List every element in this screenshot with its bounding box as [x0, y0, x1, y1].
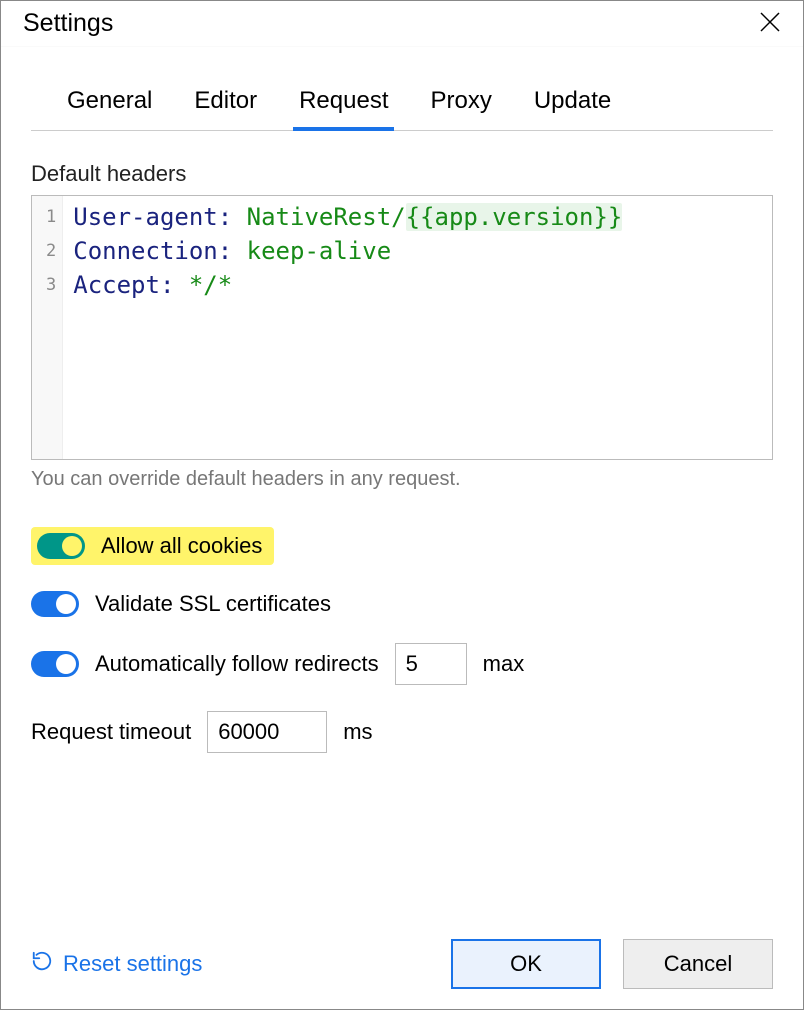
default-headers-hint: You can override default headers in any … [31, 468, 773, 491]
follow-redirects-toggle[interactable] [31, 651, 79, 677]
line-number: 2 [46, 234, 56, 268]
allow-cookies-toggle[interactable] [37, 533, 85, 559]
reset-settings-link[interactable]: Reset settings [31, 950, 202, 978]
default-headers-editor[interactable]: 123 User-agent: NativeRest/{{app.version… [31, 195, 773, 460]
code-line: User-agent: NativeRest/{{app.version}} [73, 200, 622, 234]
line-number: 3 [46, 268, 56, 302]
max-redirects-unit: max [483, 651, 525, 677]
code-line: Accept: */* [73, 268, 622, 302]
validate-ssl-label: Validate SSL certificates [95, 591, 331, 617]
request-timeout-input[interactable] [207, 711, 327, 753]
follow-redirects-label: Automatically follow redirects [95, 651, 379, 677]
window-title: Settings [23, 9, 113, 38]
tab-bar: General Editor Request Proxy Update [31, 77, 773, 131]
allow-cookies-row: Allow all cookies [31, 527, 274, 565]
tab-general[interactable]: General [61, 77, 158, 131]
max-redirects-input[interactable] [395, 643, 467, 685]
code-line: Connection: keep-alive [73, 234, 622, 268]
validate-ssl-toggle[interactable] [31, 591, 79, 617]
reset-settings-label: Reset settings [63, 951, 202, 977]
tab-request[interactable]: Request [293, 77, 394, 131]
allow-cookies-label: Allow all cookies [101, 533, 262, 559]
tab-editor[interactable]: Editor [188, 77, 263, 131]
follow-redirects-row: Automatically follow redirects max [31, 643, 773, 685]
reset-icon [31, 950, 53, 978]
request-timeout-label: Request timeout [31, 719, 191, 745]
line-number: 1 [46, 200, 56, 234]
default-headers-label: Default headers [31, 161, 773, 187]
close-icon[interactable] [759, 11, 781, 37]
tab-update[interactable]: Update [528, 77, 617, 131]
request-timeout-row: Request timeout ms [31, 711, 773, 753]
cancel-button[interactable]: Cancel [623, 939, 773, 989]
ok-button[interactable]: OK [451, 939, 601, 989]
tab-proxy[interactable]: Proxy [424, 77, 497, 131]
request-timeout-unit: ms [343, 719, 372, 745]
validate-ssl-row: Validate SSL certificates [31, 591, 773, 617]
